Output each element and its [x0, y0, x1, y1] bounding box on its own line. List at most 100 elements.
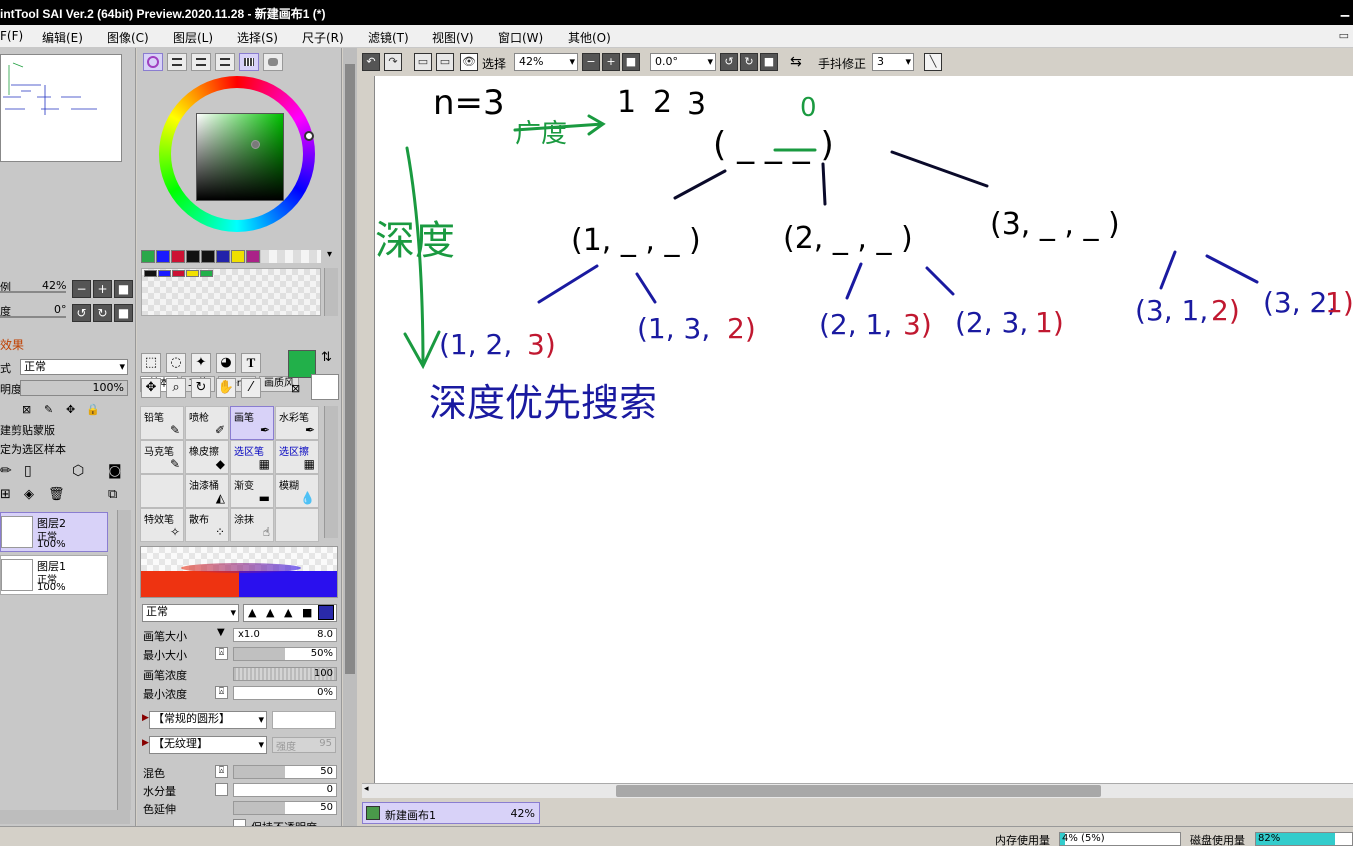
effects-label[interactable]: 效果: [0, 336, 24, 353]
lock-move-icon[interactable]: ✥: [66, 403, 75, 416]
min-size-pressure-toggle[interactable]: ⍓: [215, 647, 228, 660]
angle-slider[interactable]: [0, 316, 66, 318]
flip-horizontal-icon[interactable]: ⇆: [790, 54, 802, 70]
layer-list-hscrollbar[interactable]: [0, 810, 130, 824]
merge-layer-icon[interactable]: ⧉: [108, 487, 117, 502]
lock-all-icon[interactable]: 🔒: [86, 403, 100, 416]
size-dropdown-icon[interactable]: ▼: [217, 627, 225, 638]
menu-filter[interactable]: 滤镜(T): [368, 29, 409, 46]
menu-ruler[interactable]: 尺子(R): [302, 29, 344, 46]
restore-icon[interactable]: ▭: [1339, 29, 1349, 42]
scratchpad-mode-button[interactable]: [263, 53, 283, 71]
shape-tip-3-icon[interactable]: ▲: [284, 606, 292, 619]
rotate-right-button[interactable]: ↻: [93, 304, 112, 322]
menu-file[interactable]: F(F): [0, 29, 23, 43]
water-pressure-toggle[interactable]: [215, 783, 228, 796]
blend-pressure-toggle[interactable]: ⍓: [215, 765, 228, 778]
brush-airbrush[interactable]: 喷枪 ✐: [185, 406, 229, 440]
scratchpad-scrollbar[interactable]: [324, 268, 338, 316]
swatch-2[interactable]: [171, 250, 185, 263]
brush-effect-pen[interactable]: 特效笔 ✧: [140, 508, 184, 542]
history-1[interactable]: [158, 270, 171, 277]
new-layer-pen-icon[interactable]: ✏: [0, 463, 12, 479]
menu-view[interactable]: 视图(V): [432, 29, 474, 46]
canvas-rotate-left-button[interactable]: ↺: [720, 53, 738, 71]
swatch-4[interactable]: [201, 250, 215, 263]
menu-other[interactable]: 其他(O): [568, 29, 611, 46]
layer-mode-select[interactable]: 正常 ▾: [20, 359, 128, 375]
shape-tip-1-icon[interactable]: ▲: [248, 606, 256, 619]
clipping-mask-label[interactable]: 建剪贴蒙版: [0, 422, 55, 438]
menu-window[interactable]: 窗口(W): [498, 29, 543, 46]
menu-image[interactable]: 图像(C): [107, 29, 149, 46]
brush-eraser[interactable]: 橡皮擦 ◆: [185, 440, 229, 474]
hand-tool-icon[interactable]: ✋: [216, 378, 236, 398]
tool-panel-scrollbar[interactable]: [343, 48, 357, 826]
select-all-button[interactable]: ▭: [436, 53, 454, 71]
zoom-slider[interactable]: [0, 291, 66, 293]
show-selection-icon[interactable]: 👁: [460, 53, 478, 71]
brush-bucket[interactable]: 油漆桶 ◭: [185, 474, 229, 508]
palette-mode-button[interactable]: [215, 53, 235, 71]
min-density-pressure-toggle[interactable]: ⍓: [215, 686, 228, 699]
min-size-slider[interactable]: 50%: [233, 647, 337, 661]
rotate-reset-button[interactable]: ■: [114, 304, 133, 322]
brush-smudge[interactable]: 涂抹 ☝: [230, 508, 274, 542]
blend-slider[interactable]: 50: [233, 765, 337, 779]
layer-list-scrollbar[interactable]: [117, 510, 131, 810]
lasso-icon[interactable]: ◌: [166, 353, 186, 373]
saturation-value-picker[interactable]: [196, 113, 284, 201]
brush-shape-selector[interactable]: ▲ ▲ ▲ ■: [243, 604, 337, 622]
swap-colors-icon[interactable]: ⇅: [321, 350, 332, 365]
shape-strength-field[interactable]: [272, 711, 336, 729]
selection-source-label[interactable]: 定为选区样本: [0, 441, 66, 457]
scratchpad[interactable]: [141, 268, 321, 316]
brush-select-eraser[interactable]: 选区擦 ▦: [275, 440, 319, 474]
undo-button[interactable]: ↶: [362, 53, 380, 71]
navigator-preview[interactable]: [0, 54, 122, 162]
shape-tip-4-icon[interactable]: ■: [302, 606, 312, 619]
shape-tip-5-icon[interactable]: [318, 605, 334, 620]
min-density-slider[interactable]: 0%: [233, 686, 337, 700]
history-0[interactable]: [144, 270, 157, 277]
canvas-zoom-reset-button[interactable]: ■: [622, 53, 640, 71]
eyedropper-icon[interactable]: ⁄: [241, 378, 261, 398]
brush-grid-scrollbar[interactable]: [324, 406, 338, 538]
minimize-icon[interactable]: ▁: [1338, 4, 1352, 18]
swatch-7[interactable]: [246, 250, 260, 263]
hsv-slider-mode-button[interactable]: [191, 53, 211, 71]
rotate-left-button[interactable]: ↺: [72, 304, 91, 322]
zoom-tool-icon[interactable]: ⌕: [166, 378, 186, 398]
texture-strength-field[interactable]: 强度 95: [272, 737, 336, 753]
trash-icon[interactable]: 🗑: [48, 487, 65, 502]
rgb-slider-mode-button[interactable]: [167, 53, 187, 71]
tool-panel-scroll-thumb[interactable]: [345, 64, 355, 674]
layer-effect-icon[interactable]: ⬡: [72, 463, 84, 479]
canvas-zoom-out-button[interactable]: −: [582, 53, 600, 71]
swatch-5[interactable]: [216, 250, 230, 263]
rect-select-icon[interactable]: ⬚: [141, 353, 161, 373]
layer-item-2[interactable]: 图层2 正常 100%: [0, 512, 108, 552]
swatch-1[interactable]: [156, 250, 170, 263]
canvas-rotate-reset-button[interactable]: ■: [760, 53, 778, 71]
canvas-rotate-right-button[interactable]: ↻: [740, 53, 758, 71]
brush-shape-select[interactable]: 【常规的圆形】 ▾: [149, 711, 267, 729]
history-3[interactable]: [186, 270, 199, 277]
blend-mode-select[interactable]: 正常 ▾: [142, 604, 239, 622]
history-4[interactable]: [200, 270, 213, 277]
swatch-dropdown-icon[interactable]: ▾: [327, 249, 332, 260]
color-persistence-slider[interactable]: 50: [233, 801, 337, 815]
brush-blur[interactable]: 模糊 💧: [275, 474, 319, 508]
move-icon[interactable]: ✥: [141, 378, 161, 398]
color-wheel-mode-button[interactable]: [143, 53, 163, 71]
layer-opacity-slider[interactable]: 100%: [20, 380, 128, 396]
layer-item-1[interactable]: 图层1 正常 100%: [0, 555, 108, 595]
brush-watercolor[interactable]: 水彩笔 ✒: [275, 406, 319, 440]
swatch-mode-button[interactable]: [239, 53, 259, 71]
menu-edit[interactable]: 编辑(E): [42, 29, 83, 46]
brush-scatter[interactable]: 散布 ⁘: [185, 508, 229, 542]
history-2[interactable]: [172, 270, 185, 277]
document-tab[interactable]: 新建画布1 42%: [362, 802, 540, 824]
brush-size-slider[interactable]: x1.0 8.0: [233, 628, 337, 642]
deselect-button[interactable]: ▭: [414, 53, 432, 71]
